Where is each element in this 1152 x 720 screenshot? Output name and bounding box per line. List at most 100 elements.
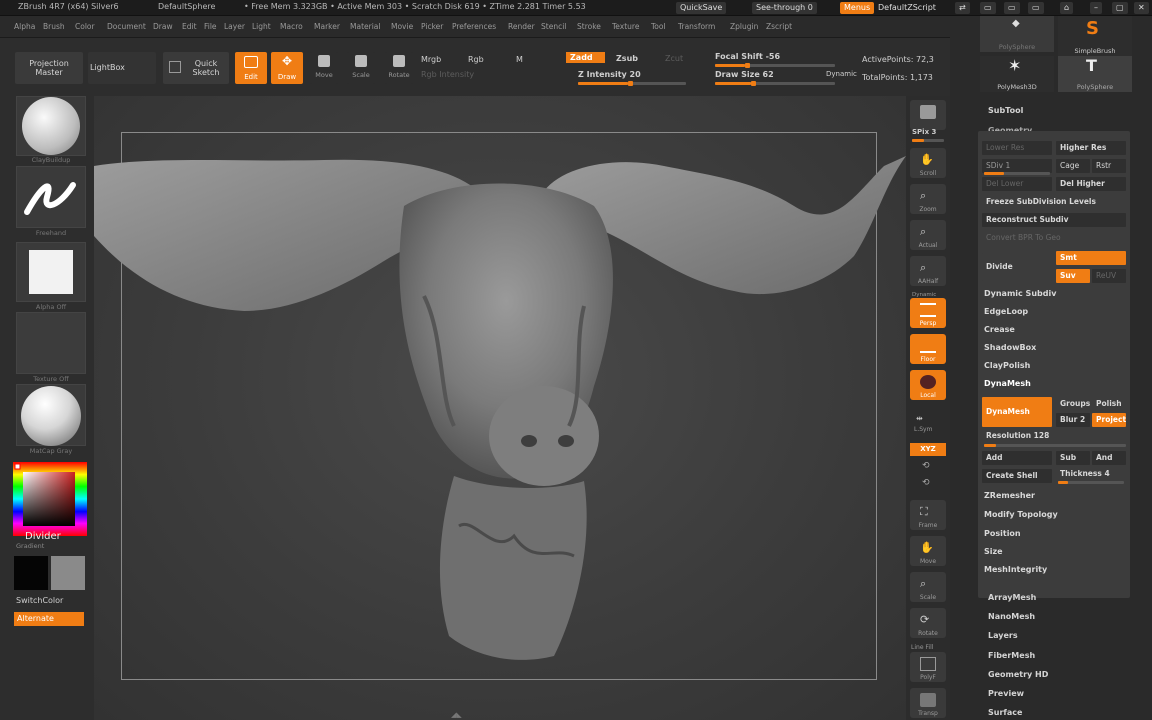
mrgb-button[interactable]: Mrgb	[421, 55, 441, 64]
scale-view-button[interactable]: ⌕ Scale	[910, 572, 946, 602]
alpha-thumbnail[interactable]	[16, 242, 86, 302]
geometry-hd-section[interactable]: Geometry HD	[988, 670, 1048, 679]
project-toggle[interactable]: Project	[1092, 413, 1126, 427]
spix-track[interactable]	[912, 139, 944, 142]
canvas-viewport[interactable]: ◢◣	[94, 96, 906, 720]
menu-item[interactable]: Stroke	[577, 22, 601, 31]
edgeloop-section[interactable]: EdgeLoop	[984, 307, 1028, 316]
layers-section[interactable]: Layers	[988, 631, 1018, 640]
see-through-slider[interactable]: See-through 0	[752, 2, 817, 14]
nanomesh-section[interactable]: NanoMesh	[988, 612, 1035, 621]
groups-toggle[interactable]: Groups	[1056, 397, 1090, 411]
menu-item[interactable]: Movie	[391, 22, 413, 31]
menu-item[interactable]: Marker	[314, 22, 340, 31]
aahalf-button[interactable]: ⌕ AAHalf	[910, 256, 946, 286]
lightbox-button[interactable]: LightBox	[88, 52, 156, 84]
menus-toggle[interactable]: Menus	[840, 2, 875, 14]
subtool-section[interactable]: SubTool	[988, 106, 1023, 115]
default-zscript-button[interactable]: DefaultZScript	[874, 2, 940, 14]
focal-shift-slider[interactable]: Focal Shift -56	[715, 52, 780, 61]
convert-bpr-button[interactable]: Convert BPR To Geo	[982, 231, 1126, 245]
secondary-color-swatch[interactable]	[51, 556, 85, 590]
lsym-button[interactable]: ⇹	[916, 414, 923, 423]
color-picker[interactable]	[13, 462, 87, 536]
menu-item[interactable]: Material	[350, 22, 380, 31]
layout-3-icon[interactable]: ▭	[1004, 2, 1020, 14]
higher-res-button[interactable]: Higher Res	[1056, 141, 1126, 155]
resolution-slider[interactable]: Resolution 128	[982, 429, 1126, 443]
polish-toggle[interactable]: Polish	[1092, 397, 1126, 411]
main-color-swatch[interactable]	[14, 556, 48, 590]
shadowbox-section[interactable]: ShadowBox	[984, 343, 1036, 352]
floor-button[interactable]: Floor	[910, 334, 946, 364]
menu-item[interactable]: Preferences	[452, 22, 496, 31]
line-fill-label[interactable]: Line Fill	[911, 644, 933, 651]
edit-button[interactable]: Edit	[235, 52, 267, 84]
menu-item[interactable]: File	[204, 22, 217, 31]
draw-button[interactable]: ✥ Draw	[271, 52, 303, 84]
bpr-button[interactable]	[910, 100, 946, 130]
local-button[interactable]: Local	[910, 370, 946, 400]
move-button[interactable]: Move	[310, 52, 338, 84]
tool-thumbnail-polysphere[interactable]: T PolySphere	[1058, 56, 1132, 92]
menu-item[interactable]: Picker	[421, 22, 443, 31]
surface-section[interactable]: Surface	[988, 708, 1022, 717]
z-intensity-slider[interactable]: Z Intensity 20	[578, 70, 641, 79]
thickness-slider[interactable]: Thickness 4	[1056, 467, 1126, 481]
dynamic-subdiv-section[interactable]: Dynamic Subdiv	[984, 289, 1056, 298]
sub-button[interactable]: Sub	[1056, 451, 1090, 465]
draw-size-track[interactable]	[715, 81, 835, 86]
size-section[interactable]: Size	[984, 547, 1003, 556]
texture-thumbnail[interactable]	[16, 312, 86, 374]
rgb-intensity-slider[interactable]: Rgb Intensity	[421, 70, 474, 79]
menu-item[interactable]: Document	[107, 22, 146, 31]
layout-icon[interactable]: ⇄	[955, 2, 970, 14]
divide-button[interactable]: Divide	[982, 253, 1052, 281]
menu-item[interactable]: Draw	[153, 22, 173, 31]
claypolish-section[interactable]: ClayPolish	[984, 361, 1030, 370]
fibermesh-section[interactable]: FiberMesh	[988, 651, 1035, 660]
quick-sketch-button[interactable]: Quick Sketch	[163, 52, 229, 84]
zcut-button[interactable]: Zcut	[665, 54, 683, 63]
freeze-subdivision-button[interactable]: Freeze SubDivision Levels	[982, 195, 1126, 209]
layout-2-icon[interactable]: ▭	[980, 2, 996, 14]
menu-item[interactable]: Layer	[224, 22, 245, 31]
add-button[interactable]: Add	[982, 451, 1052, 465]
m-button[interactable]: M	[516, 55, 523, 64]
transp-button[interactable]: Transp	[910, 688, 946, 718]
zadd-button[interactable]: Zadd	[566, 52, 605, 63]
scroll-handle-icon[interactable]: ◢◣	[451, 711, 462, 719]
menu-item[interactable]: Light	[252, 22, 271, 31]
sdiv-track[interactable]	[984, 172, 1050, 175]
minimize-icon[interactable]: –	[1090, 2, 1102, 14]
menu-item[interactable]: Tool	[651, 22, 666, 31]
preview-section[interactable]: Preview	[988, 689, 1024, 698]
menu-item[interactable]: Alpha	[14, 22, 35, 31]
dynamesh-section[interactable]: DynaMesh	[984, 379, 1031, 388]
zremesher-section[interactable]: ZRemesher	[984, 491, 1035, 500]
tool-thumbnail-polysphere-top[interactable]: ◆ PolySphere	[980, 16, 1054, 52]
reuv-button[interactable]: ReUV	[1092, 269, 1126, 283]
focal-shift-track[interactable]	[715, 63, 835, 68]
menu-item[interactable]: Stencil	[541, 22, 566, 31]
menu-item[interactable]: Texture	[612, 22, 639, 31]
material-thumbnail[interactable]	[16, 384, 86, 446]
and-button[interactable]: And	[1092, 451, 1126, 465]
z-intensity-track[interactable]	[578, 81, 686, 86]
switchcolor-button[interactable]: SwitchColor	[16, 596, 63, 605]
crease-section[interactable]: Crease	[984, 325, 1015, 334]
tool-thumbnail-simplebrush[interactable]: S SimpleBrush	[1058, 16, 1132, 56]
modify-topology-section[interactable]: Modify Topology	[984, 510, 1058, 519]
zoom-button[interactable]: ⌕ Zoom	[910, 184, 946, 214]
suv-toggle[interactable]: Suv	[1056, 269, 1090, 283]
help-icon[interactable]: ⌂	[1060, 2, 1074, 14]
xyz-button[interactable]: XYZ	[910, 443, 946, 456]
resolution-track[interactable]	[984, 444, 1126, 447]
frame-button[interactable]: ⛶ Frame	[910, 500, 946, 530]
cage-button[interactable]: Cage	[1056, 159, 1090, 173]
scale-button[interactable]: Scale	[347, 52, 375, 84]
gradient-label[interactable]: Gradient	[16, 542, 44, 550]
close-icon[interactable]: ✕	[1134, 2, 1149, 14]
menu-item[interactable]: Zscript	[766, 22, 792, 31]
menu-item[interactable]: Brush	[43, 22, 65, 31]
